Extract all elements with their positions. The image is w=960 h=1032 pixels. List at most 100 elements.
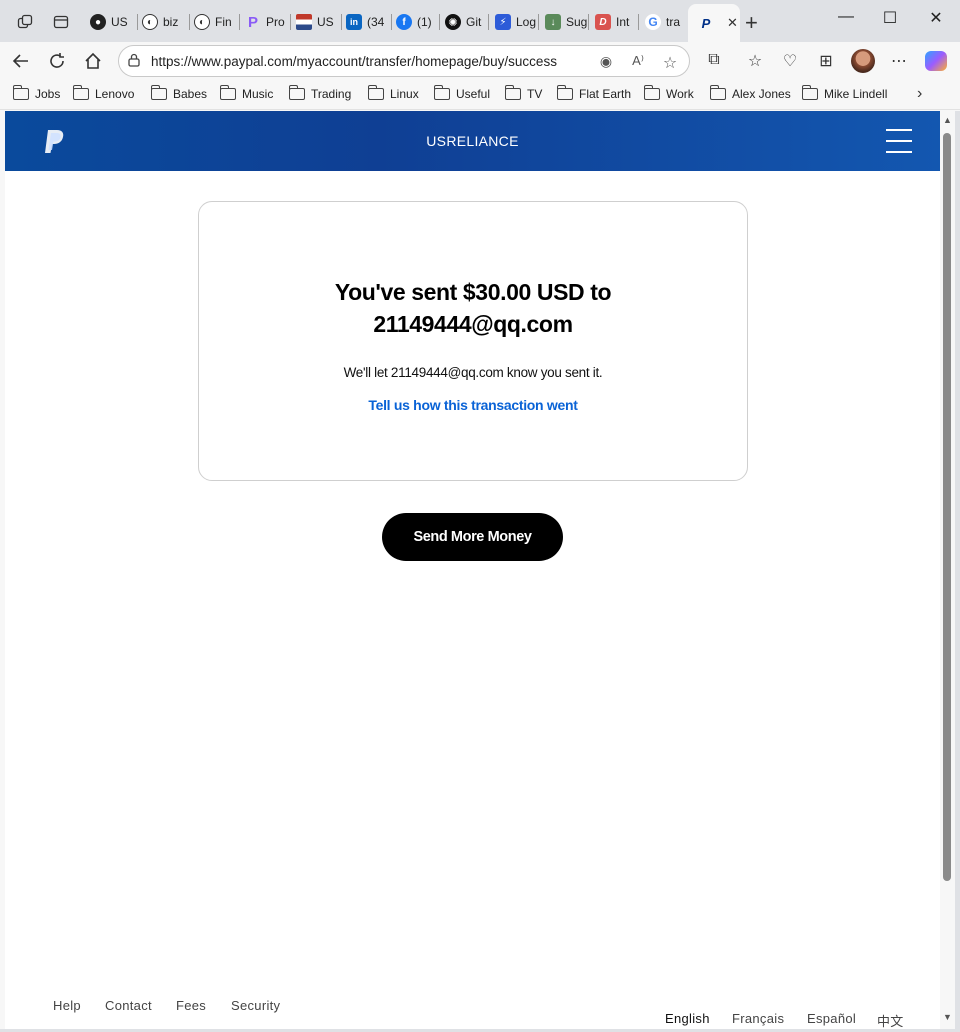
bookmark-label: Alex Jones bbox=[732, 87, 791, 101]
tab-4[interactable]: US bbox=[296, 6, 342, 38]
favorites-icon[interactable]: ☆ bbox=[744, 51, 766, 71]
close-window-button[interactable]: ✕ bbox=[916, 8, 956, 28]
folder-icon bbox=[73, 85, 89, 100]
browser-essentials-icon[interactable]: ♡ bbox=[779, 51, 801, 71]
bookmark-label: Linux bbox=[390, 87, 419, 101]
tab-divider bbox=[588, 14, 589, 30]
tab-title: Git bbox=[466, 15, 482, 29]
bookmark-babes[interactable]: Babes bbox=[151, 85, 207, 101]
openai-icon: ✺ bbox=[445, 14, 461, 30]
collections-icon[interactable]: ⊞ bbox=[815, 51, 837, 71]
language-english[interactable]: English bbox=[665, 1011, 710, 1026]
folder-icon bbox=[505, 85, 521, 100]
back-button[interactable] bbox=[9, 50, 33, 72]
tab-title: Int bbox=[616, 15, 630, 29]
copilot-icon[interactable] bbox=[925, 51, 947, 71]
scroll-thumb[interactable] bbox=[943, 133, 951, 881]
folder-icon bbox=[644, 85, 660, 100]
bookmark-label: Jobs bbox=[35, 87, 61, 101]
tab-8[interactable]: ⚡ Log bbox=[495, 6, 539, 38]
tab-11[interactable]: G tra bbox=[645, 6, 687, 38]
bookmark-mike-lindell[interactable]: Mike Lindell bbox=[802, 85, 888, 101]
bookmark-label: Mike Lindell bbox=[824, 87, 888, 101]
bookmark-linux[interactable]: Linux bbox=[368, 85, 419, 101]
url-text[interactable]: https://www.paypal.com/myaccount/transfe… bbox=[151, 54, 557, 69]
bookmark-alex-jones[interactable]: Alex Jones bbox=[710, 85, 791, 101]
folder-icon bbox=[434, 85, 450, 100]
tab-title: (34 bbox=[367, 15, 385, 29]
favorite-star-icon[interactable]: ☆ bbox=[661, 53, 679, 72]
tab-divider bbox=[439, 14, 440, 30]
bookmark-jobs[interactable]: Jobs bbox=[13, 85, 61, 101]
language-french[interactable]: Français bbox=[732, 1011, 784, 1026]
extensions-icon[interactable]: ⧉ bbox=[703, 51, 725, 71]
send-more-money-button[interactable]: Send More Money bbox=[382, 513, 563, 561]
feedback-link[interactable]: Tell us how this transaction went bbox=[199, 397, 747, 413]
tab-divider bbox=[638, 14, 639, 30]
tab-title: biz bbox=[163, 15, 179, 29]
bookmark-flat-earth[interactable]: Flat Earth bbox=[557, 85, 631, 101]
paypal-icon: P bbox=[701, 15, 711, 31]
confirmation-title-line2: 21149444@qq.com bbox=[373, 311, 573, 337]
tracking-prevention-icon[interactable]: ◉ bbox=[597, 53, 615, 71]
bookmark-tv[interactable]: TV bbox=[505, 85, 542, 101]
tab-actions-icon[interactable] bbox=[48, 9, 74, 35]
linkedin-icon: in bbox=[346, 14, 362, 30]
tab-1[interactable]: ◐ biz bbox=[142, 6, 190, 38]
tab-strip: ● US ◐ biz ◐ Fin P Pro US in (34 f (1) ✺… bbox=[0, 0, 960, 42]
profile-avatar[interactable] bbox=[851, 49, 875, 73]
tab-active-paypal[interactable]: P ✕ bbox=[688, 4, 740, 42]
bookmark-music[interactable]: Music bbox=[220, 85, 273, 101]
bookmark-trading[interactable]: Trading bbox=[289, 85, 352, 101]
lock-icon[interactable] bbox=[127, 53, 141, 67]
tab-3[interactable]: P Pro bbox=[245, 6, 291, 38]
folder-icon bbox=[151, 85, 167, 100]
tab-divider bbox=[341, 14, 342, 30]
close-tab-icon[interactable]: ✕ bbox=[727, 15, 738, 31]
home-button[interactable] bbox=[81, 50, 105, 72]
confirmation-subtitle: We'll let 21149444@qq.com know you sent … bbox=[343, 365, 603, 380]
footer-contact-link[interactable]: Contact bbox=[105, 998, 152, 1013]
bookmark-work[interactable]: Work bbox=[644, 85, 694, 101]
workspaces-icon[interactable] bbox=[12, 9, 38, 35]
new-tab-button[interactable]: + bbox=[745, 10, 758, 36]
bookmark-useful[interactable]: Useful bbox=[434, 85, 490, 101]
tab-5[interactable]: in (34 bbox=[346, 6, 392, 38]
tab-2[interactable]: ◐ Fin bbox=[194, 6, 240, 38]
refresh-button[interactable] bbox=[45, 50, 69, 72]
facebook-icon: f bbox=[396, 14, 412, 30]
tab-divider bbox=[239, 14, 240, 30]
tab-7[interactable]: ✺ Git bbox=[445, 6, 489, 38]
footer-help-link[interactable]: Help bbox=[53, 998, 81, 1013]
tab-title: US bbox=[317, 15, 334, 29]
folder-icon bbox=[220, 85, 236, 100]
scroll-down-icon[interactable]: ▼ bbox=[943, 1012, 952, 1022]
bookmark-label: Work bbox=[666, 87, 694, 101]
maximize-button[interactable]: ☐ bbox=[870, 8, 910, 28]
chevron-right-icon[interactable]: › bbox=[917, 85, 922, 103]
tab-10[interactable]: D Int bbox=[595, 6, 639, 38]
page-scrollbar[interactable]: ▲ ▼ bbox=[940, 111, 955, 1029]
language-chinese[interactable]: 中文 bbox=[877, 1011, 904, 1029]
tab-0[interactable]: ● US bbox=[90, 6, 138, 38]
hamburger-menu-icon[interactable] bbox=[886, 128, 912, 154]
read-aloud-icon[interactable]: A⁾ bbox=[629, 53, 647, 71]
bookmark-lenovo[interactable]: Lenovo bbox=[73, 85, 135, 101]
bookmark-label: Lenovo bbox=[95, 87, 135, 101]
more-menu-icon[interactable]: ⋯ bbox=[888, 51, 910, 71]
confirmation-card: You've sent $30.00 USD to 21149444@qq.co… bbox=[198, 201, 748, 481]
tab-title: US bbox=[111, 15, 128, 29]
tab-title: Log bbox=[516, 15, 537, 29]
footer-fees-link[interactable]: Fees bbox=[176, 998, 206, 1013]
github-icon: ◐ bbox=[194, 14, 210, 30]
tab-6[interactable]: f (1) bbox=[396, 6, 440, 38]
scroll-up-icon[interactable]: ▲ bbox=[943, 115, 952, 125]
footer-security-link[interactable]: Security bbox=[231, 998, 280, 1013]
tab-divider bbox=[137, 14, 138, 30]
address-bar[interactable]: https://www.paypal.com/myaccount/transfe… bbox=[118, 45, 690, 77]
bookmark-label: Trading bbox=[311, 87, 352, 101]
browser-toolbar: https://www.paypal.com/myaccount/transfe… bbox=[0, 42, 960, 80]
tab-9[interactable]: ↓ Sug bbox=[545, 6, 589, 38]
minimize-button[interactable]: — bbox=[826, 8, 866, 26]
language-spanish[interactable]: Español bbox=[807, 1011, 856, 1026]
